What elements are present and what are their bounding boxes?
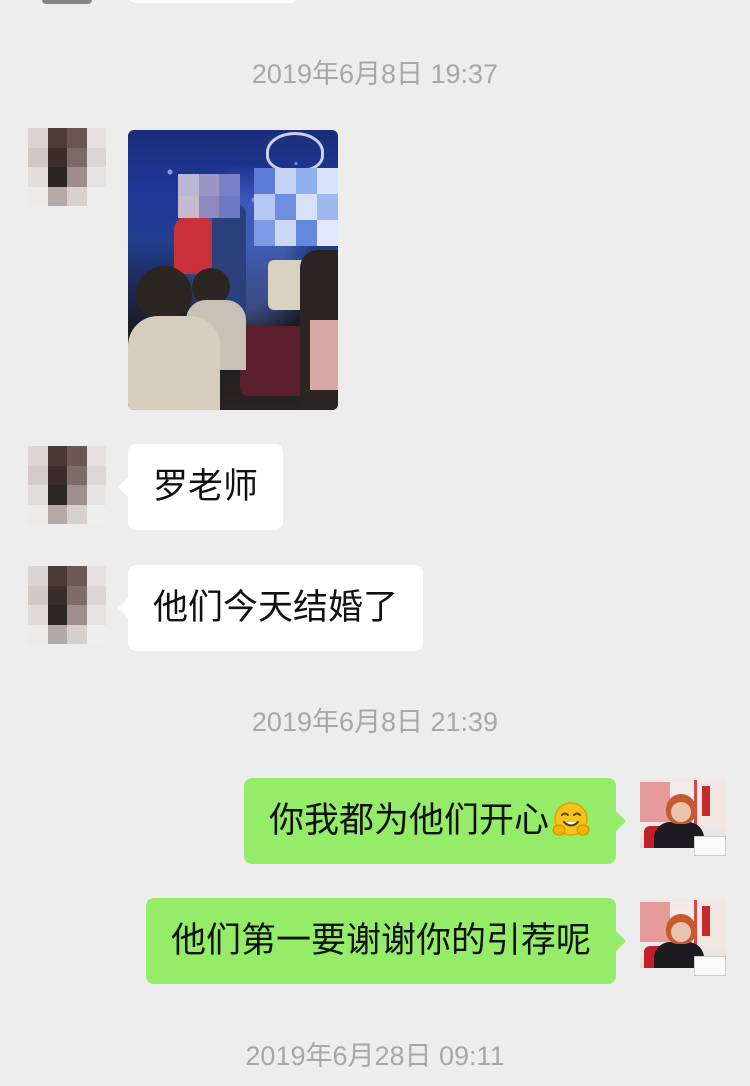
self-avatar[interactable] xyxy=(640,778,726,864)
contact-avatar[interactable] xyxy=(28,128,106,206)
contact-avatar[interactable] xyxy=(28,446,106,524)
outgoing-message[interactable]: 他们第一要谢谢你的引荐呢 xyxy=(145,898,627,984)
photo-guest-right-dress xyxy=(310,320,338,390)
previous-message-bubble-edge xyxy=(128,0,298,3)
self-avatar[interactable] xyxy=(640,898,726,984)
pixelated-sign xyxy=(254,168,338,246)
stage-ornament xyxy=(266,132,324,172)
previous-avatar-edge xyxy=(42,0,92,4)
incoming-message[interactable]: 罗老师 xyxy=(117,444,284,530)
timestamp: 2019年6月28日 09:11 xyxy=(245,1041,505,1071)
timestamp: 2019年6月8日 19:37 xyxy=(251,59,499,89)
hugging-face-emoji-icon xyxy=(552,802,590,836)
wedding-photo-message[interactable] xyxy=(128,130,338,410)
contact-avatar[interactable] xyxy=(28,566,106,644)
photo-guest-head xyxy=(136,266,192,322)
incoming-message[interactable]: 他们今天结婚了 xyxy=(117,565,424,651)
pixelated-faces xyxy=(178,174,240,218)
message-text: 你我都为他们开心 xyxy=(268,801,549,841)
photo-guest-body xyxy=(128,316,220,410)
timestamp: 2019年6月8日 21:39 xyxy=(251,707,499,737)
outgoing-message[interactable]: 你我都为他们开心 xyxy=(243,778,627,864)
photo-bride xyxy=(174,216,214,274)
